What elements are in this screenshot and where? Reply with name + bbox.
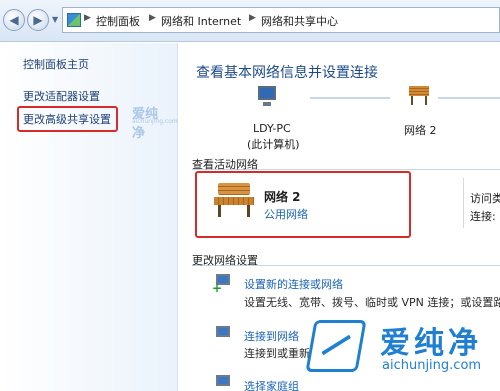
- history-dropdown-icon[interactable]: ▼: [52, 15, 58, 24]
- connections-label: 连接:: [470, 210, 496, 223]
- page-title: 查看基本网络信息并设置连接: [196, 65, 378, 81]
- active-network-name: 网络 2: [264, 190, 301, 204]
- watermark-url: aichunjing.com: [382, 358, 482, 373]
- connection-line: [310, 97, 390, 99]
- connection-line: [438, 97, 500, 99]
- watermark: 爱纯净 aichunjing.com: [300, 316, 500, 391]
- breadcrumb-control-panel[interactable]: 控制面板: [96, 13, 140, 29]
- left-nav-pane: 控制面板主页 更改适配器设置 更改高级共享设置 爱纯净 aichunjing.c…: [0, 43, 178, 391]
- computer-name: LDY-PC: [253, 122, 291, 135]
- network-name-map: 网络 2: [404, 124, 437, 137]
- breadcrumb-network-sharing-center[interactable]: 网络和共享中心: [261, 13, 338, 29]
- network-bench-icon[interactable]: [212, 183, 256, 219]
- active-networks-header: 查看活动网络: [192, 156, 500, 171]
- chevron-right-icon[interactable]: ▶: [84, 13, 91, 23]
- access-type-label: 访问类: [470, 192, 500, 205]
- chevron-right-icon[interactable]: ▶: [149, 13, 156, 23]
- watermark-logo-icon: [305, 320, 367, 372]
- network-bench-icon[interactable]: [408, 86, 430, 106]
- new-connection-icon: +: [212, 274, 234, 294]
- setup-new-connection-desc: 设置无线、宽带、拨号、临时或 VPN 连接；或设置路由: [244, 296, 500, 309]
- sidebar-item-change-adapter-settings[interactable]: 更改适配器设置: [23, 88, 100, 104]
- computer-icon[interactable]: [256, 86, 278, 108]
- chevron-right-icon[interactable]: ▶: [249, 13, 256, 23]
- highlight-box: [17, 106, 118, 132]
- network-type-link[interactable]: 公用网络: [264, 206, 308, 222]
- divider: [463, 178, 464, 228]
- watermark-brand: 爱纯净: [380, 326, 482, 361]
- choose-homegroup-link[interactable]: 选择家庭组: [244, 378, 299, 391]
- change-network-settings-header: 更改网络设置: [192, 252, 500, 267]
- computer-subtitle: (此计算机): [247, 138, 300, 151]
- sidebar-item-control-panel-home[interactable]: 控制面板主页: [23, 56, 89, 72]
- control-panel-icon: [67, 13, 81, 27]
- breadcrumb-network-internet[interactable]: 网络和 Internet: [161, 13, 241, 29]
- watermark-small: 爱纯净 aichunjing.com: [132, 107, 178, 141]
- back-button[interactable]: ◀: [3, 9, 25, 31]
- connect-to-network-link[interactable]: 连接到网络: [244, 328, 299, 344]
- homegroup-icon: [212, 375, 234, 391]
- forward-button[interactable]: ▶: [27, 9, 49, 31]
- address-bar: ◀ ▶ ▼ ▶ 控制面板 ▶ 网络和 Internet ▶ 网络和共享中心: [0, 0, 500, 42]
- connect-network-icon: [212, 326, 234, 344]
- setup-new-connection-link[interactable]: 设置新的连接或网络: [244, 276, 343, 292]
- breadcrumb[interactable]: ▶ 控制面板 ▶ 网络和 Internet ▶ 网络和共享中心: [62, 7, 500, 33]
